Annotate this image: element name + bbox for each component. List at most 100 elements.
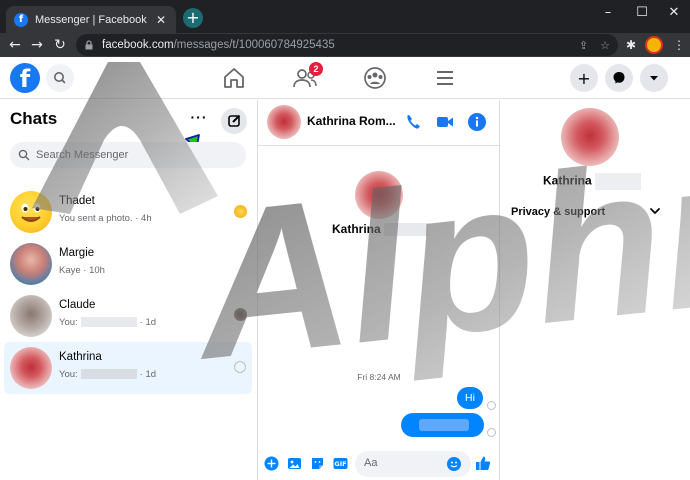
plus-icon: + [577, 68, 591, 88]
blurred-last-name [594, 173, 641, 190]
message-input-box[interactable] [355, 451, 471, 477]
browser-tab[interactable]: f Messenger | Facebook ✕ [6, 6, 176, 33]
tab-title: Messenger | Facebook [35, 13, 147, 26]
browser-menu-icon[interactable]: ⋮ [671, 37, 687, 53]
new-tab-button[interactable]: + [183, 8, 203, 28]
share-icon[interactable]: ⇪ [579, 39, 588, 52]
home-icon[interactable] [220, 65, 248, 91]
maximize-window-button[interactable]: ☐ [626, 0, 658, 28]
chats-title: Chats [10, 109, 58, 128]
facebook-top-bar: f 2 + [0, 57, 690, 99]
preview-time: · 1d [139, 369, 157, 380]
avatar [10, 347, 52, 389]
emoji-icon[interactable] [447, 457, 461, 471]
chat-list-item[interactable]: Claude You: · 1d [4, 290, 252, 342]
chat-list-item-active[interactable]: Kathrina You: · 1d [4, 342, 252, 394]
minimize-window-button[interactable]: – [592, 0, 624, 28]
seen-avatar [234, 205, 247, 218]
voice-call-icon[interactable] [403, 111, 425, 133]
avatar [10, 243, 52, 285]
chat-preview: You sent a photo. · 4h [59, 213, 152, 224]
sent-message-bubble-blurred[interactable] [401, 413, 484, 437]
bookmark-star-icon[interactable]: ☆ [600, 39, 610, 52]
address-bar[interactable]: facebook.com/messages/t/100060784925435 … [76, 34, 618, 56]
chat-preview: Kaye · 10h [59, 265, 105, 276]
conversation-info-panel: Kathrina Privacy & support [500, 100, 690, 480]
delivered-check-icon [487, 428, 496, 437]
blurred-message [419, 419, 469, 431]
conversation-panel: Kathrina Rom... Kathrina Fri 8:24 AM Hi … [258, 100, 500, 480]
info-profile-name: Kathrina [543, 173, 644, 190]
groups-icon[interactable] [361, 65, 389, 91]
seen-avatar [234, 308, 247, 321]
friends-notification-badge: 2 [309, 62, 323, 76]
caret-down-icon [650, 76, 658, 81]
preview-prefix: You: [59, 317, 78, 328]
chat-name: Margie [59, 247, 95, 259]
blurred-message [80, 369, 137, 380]
menu-icon[interactable] [431, 65, 459, 91]
search-icon [18, 149, 30, 161]
attach-photo-icon[interactable] [287, 456, 302, 471]
sent-message-bubble[interactable]: Hi [457, 387, 483, 409]
chat-name: Claude [59, 299, 96, 311]
messenger-icon [613, 72, 625, 84]
avatar[interactable] [267, 105, 301, 139]
chat-preview: You: · 1d [59, 317, 156, 328]
close-tab-icon[interactable]: ✕ [154, 13, 168, 27]
close-window-button[interactable]: ✕ [658, 0, 690, 28]
preview-prefix: You: [59, 369, 78, 380]
gif-icon[interactable]: GIF [333, 456, 348, 471]
more-options-button[interactable]: ··· [187, 108, 211, 132]
svg-text:GIF: GIF [334, 460, 346, 468]
facebook-logo-icon[interactable]: f [10, 63, 40, 93]
url-host: facebook.com [102, 39, 174, 51]
extensions-puzzle-icon[interactable]: ✱ [623, 37, 639, 53]
reload-button[interactable]: ↻ [51, 35, 69, 55]
chevron-down-icon[interactable] [648, 204, 662, 218]
chat-name: Thadet [59, 195, 95, 207]
conversation-title[interactable]: Kathrina Rom... [307, 114, 396, 128]
chat-name: Kathrina [59, 351, 102, 363]
thumbs-up-like-icon[interactable] [475, 455, 491, 471]
emoji-face-icon [21, 203, 41, 222]
info-profile-avatar[interactable] [561, 108, 619, 166]
preview-time: · 1d [139, 317, 157, 328]
chat-list-item[interactable]: Margie Kaye · 10h [4, 238, 252, 290]
compose-icon [228, 114, 241, 127]
new-message-button[interactable] [221, 108, 247, 134]
forward-button[interactable]: → [28, 35, 46, 55]
create-button[interactable]: + [570, 64, 598, 92]
sent-check-icon [234, 361, 246, 373]
search-messenger-input[interactable] [36, 149, 236, 161]
smiley-icon [450, 461, 458, 468]
blurred-last-name [383, 223, 428, 237]
url-text: facebook.com/messages/t/100060784925435 [102, 39, 567, 51]
conversation-info-icon[interactable] [466, 111, 488, 133]
browser-tab-bar: f Messenger | Facebook ✕ + – ☐ ✕ [0, 0, 690, 33]
video-call-icon[interactable] [434, 111, 456, 133]
browser-toolbar: ← → ↻ facebook.com/messages/t/1000607849… [0, 33, 690, 57]
messenger-button[interactable] [605, 64, 633, 92]
profile-avatar[interactable] [645, 36, 663, 54]
messenger-search[interactable] [10, 142, 246, 168]
avatar [10, 191, 52, 233]
message-composer: GIF [258, 448, 500, 480]
url-path: /messages/t/100060784925435 [173, 39, 335, 51]
facebook-favicon-icon: f [14, 12, 28, 27]
conversation-profile-name: Kathrina [332, 222, 431, 237]
message-input[interactable] [364, 457, 444, 469]
chats-sidebar: Chats ··· Thadet You sent a photo. · 4h … [0, 100, 258, 480]
account-button[interactable] [640, 64, 668, 92]
chat-list-item[interactable]: Thadet You sent a photo. · 4h [4, 186, 252, 238]
more-actions-plus-icon[interactable] [264, 456, 279, 471]
privacy-support-section[interactable]: Privacy & support [511, 206, 605, 218]
facebook-search-button[interactable] [46, 64, 74, 92]
message-timestamp: Fri 8:24 AM [357, 372, 401, 382]
sticker-icon[interactable] [310, 456, 325, 471]
info-first-name: Kathrina [543, 173, 592, 188]
back-button[interactable]: ← [6, 35, 24, 55]
lock-icon [85, 40, 93, 50]
search-icon [54, 72, 66, 84]
delivered-check-icon [487, 401, 496, 410]
